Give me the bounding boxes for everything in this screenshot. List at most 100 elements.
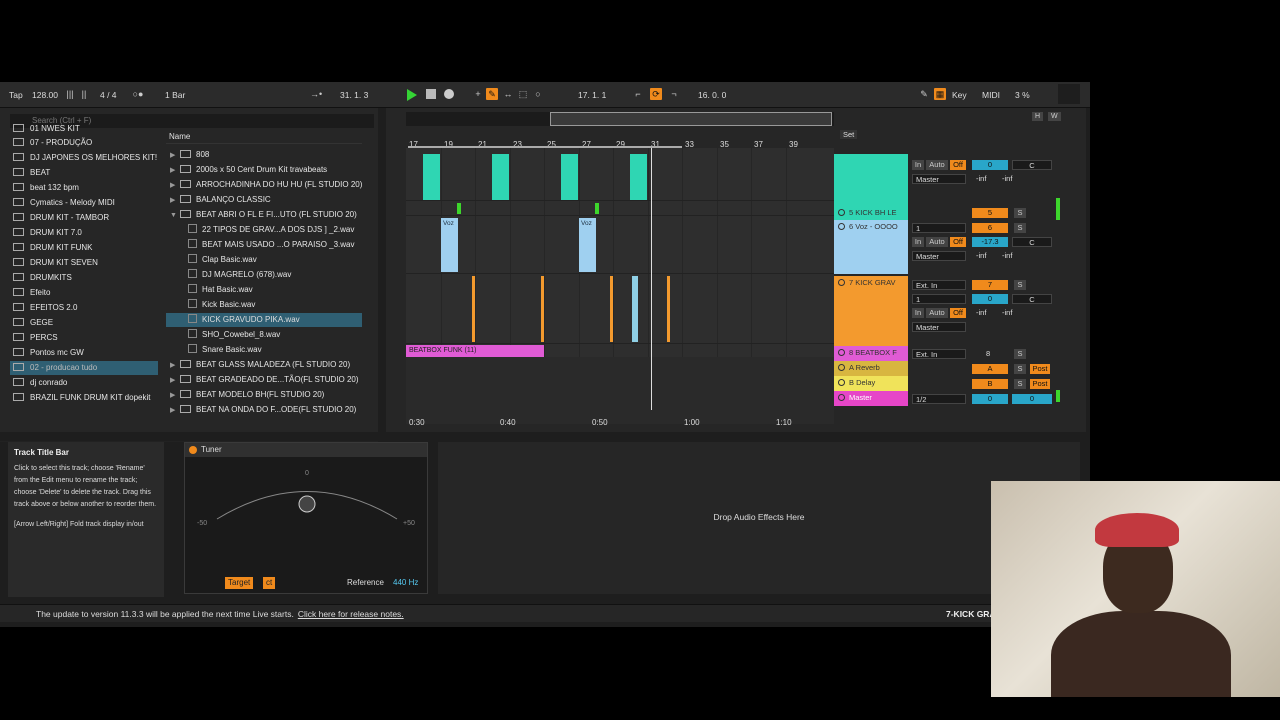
output-routing-select[interactable]: Master — [912, 174, 966, 184]
monitor-auto-button[interactable]: Auto — [926, 160, 948, 170]
audio-clip[interactable] — [595, 203, 599, 214]
file-item[interactable]: SHO_Cowebel_8.wav — [166, 328, 362, 342]
device-title-bar[interactable]: Tuner — [185, 443, 427, 457]
track-activator-button[interactable]: 5 — [972, 208, 1008, 218]
loop-start-field[interactable]: 17. 1. 1 — [578, 90, 606, 100]
file-item[interactable]: ▶ BEAT GLASS MALADEZA (FL STUDIO 20) — [166, 358, 362, 372]
track-activator-icon[interactable] — [838, 379, 845, 386]
file-item[interactable]: Hat Basic.wav — [166, 283, 362, 297]
audio-clip[interactable] — [561, 154, 578, 200]
place-item[interactable]: 01 NWES KIT — [10, 122, 158, 136]
place-item[interactable]: 07 - PRODUÇÃO — [10, 136, 158, 150]
place-item[interactable]: DJ JAPONES OS MELHORES KIT! — [10, 151, 158, 165]
name-column-header[interactable]: Name — [166, 130, 362, 144]
back-to-arrangement-icon[interactable]: ↔ — [502, 88, 514, 100]
track-activator-button[interactable]: 6 — [972, 223, 1008, 233]
audio-clip-beatbox[interactable]: BEATBOX FUNK (11) — [406, 345, 544, 357]
file-item[interactable]: Snare Basic.wav — [166, 343, 362, 357]
pre-post-button[interactable]: Post — [1030, 379, 1050, 389]
track-activator-icon[interactable] — [838, 394, 845, 401]
master-output-select[interactable]: 1/2 — [912, 394, 966, 404]
set-button[interactable]: Set — [840, 130, 858, 139]
track-activator-icon[interactable] — [838, 223, 845, 230]
monitor-auto-button[interactable]: Auto — [926, 308, 948, 318]
file-item[interactable]: ▶ BEAT NA ONDA DO F...ODE(FL STUDIO 20) — [166, 403, 362, 417]
track-header[interactable]: 8 BEATBOX F — [834, 346, 908, 361]
place-item[interactable]: GEGE — [10, 316, 158, 330]
audio-clip[interactable] — [541, 276, 544, 342]
file-item[interactable]: ▼ BEAT ABRI O FL E FI...UTO (FL STUDIO 20… — [166, 208, 362, 222]
session-record-icon[interactable]: ○ — [532, 88, 544, 100]
return-track-header[interactable]: A Reverb — [834, 361, 908, 376]
audio-clip[interactable] — [667, 276, 670, 342]
punch-in-icon[interactable]: ⌐ — [632, 88, 644, 100]
audio-clip[interactable] — [457, 203, 461, 214]
play-button[interactable] — [407, 89, 417, 101]
track-header[interactable]: 6 Voz - OOOO — [834, 220, 908, 274]
cents-button[interactable]: ct — [263, 577, 276, 589]
audio-clip[interactable] — [472, 276, 475, 342]
audio-clip-voz[interactable]: Voz — [579, 218, 596, 272]
place-item[interactable]: DRUM KIT FUNK — [10, 241, 158, 255]
automation-arm-icon[interactable]: ✎ — [486, 88, 498, 100]
capture-icon[interactable]: ⬚ — [517, 88, 529, 100]
hide-arrangement-h[interactable]: H — [1032, 112, 1044, 121]
tap-button[interactable]: Tap — [9, 90, 23, 100]
volume-field[interactable]: 0 — [972, 394, 1008, 404]
quantize-select[interactable]: 1 Bar — [165, 90, 185, 100]
solo-button[interactable]: S — [1014, 349, 1026, 359]
audio-clip[interactable] — [423, 154, 440, 200]
return-track-header[interactable]: B Delay — [834, 376, 908, 391]
record-button[interactable] — [444, 89, 454, 99]
file-item[interactable]: ▶ ARROCHADINHA DO HU HU (FL STUDIO 20) — [166, 178, 362, 192]
pan-field[interactable]: C — [1012, 237, 1052, 247]
track-activator-icon[interactable] — [838, 364, 845, 371]
place-item[interactable]: PERCS — [10, 331, 158, 345]
release-notes-link[interactable]: Click here for release notes. — [298, 609, 404, 619]
file-item[interactable]: ▶ BEAT GRADEADO DE...TÃO(FL STUDIO 20) — [166, 373, 362, 387]
place-item[interactable]: dj conrado — [10, 376, 158, 390]
follow-icon[interactable]: →• — [310, 88, 322, 100]
place-item[interactable]: DRUM KIT 7.0 — [10, 226, 158, 240]
time-ruler[interactable]: 0:30 0:40 0:50 1:00 1:10 — [406, 416, 834, 430]
master-track-header[interactable]: Master — [834, 391, 908, 406]
stop-button[interactable] — [426, 89, 436, 99]
nudge-icon[interactable]: ||| — [64, 88, 76, 100]
file-item[interactable]: ▶ BEAT MODELO BH(FL STUDIO 20) — [166, 388, 362, 402]
solo-button[interactable]: S — [1014, 364, 1026, 374]
audio-clip[interactable] — [630, 154, 647, 200]
song-position[interactable]: 31. 1. 3 — [340, 90, 368, 100]
solo-button[interactable]: S — [1014, 379, 1026, 389]
place-item[interactable]: DRUM KIT SEVEN — [10, 256, 158, 270]
track-activator-icon[interactable] — [838, 349, 845, 356]
target-button[interactable]: Target — [225, 577, 254, 589]
input-type-select[interactable]: Ext. In — [912, 349, 966, 359]
audio-clip[interactable] — [610, 276, 613, 342]
volume-field[interactable]: -17.3 — [972, 237, 1008, 247]
track-header[interactable]: 5 KICK BH LE — [834, 206, 908, 220]
pan-field[interactable]: 0 — [1012, 394, 1052, 404]
hide-arrangement-w[interactable]: W — [1048, 112, 1061, 121]
place-item-selected[interactable]: 02 - producao tudo — [10, 361, 158, 375]
pre-post-button[interactable]: Post — [1030, 364, 1050, 374]
track-lanes[interactable]: Voz Voz BEATBOX FUNK (11) — [406, 148, 834, 424]
monitor-in-button[interactable]: In — [912, 160, 924, 170]
file-item[interactable]: BEAT MAIS USADO ...O PARAISO _3.wav — [166, 238, 362, 252]
file-item[interactable]: ▶ 808 — [166, 148, 362, 162]
track-activator-button[interactable]: A — [972, 364, 1008, 374]
computer-keyboard-icon[interactable]: ▦ — [934, 88, 946, 100]
solo-button[interactable]: S — [1014, 208, 1026, 218]
device-power-icon[interactable] — [189, 446, 197, 454]
monitor-off-button[interactable]: Off — [950, 160, 966, 170]
file-item[interactable]: Kick Basic.wav — [166, 298, 362, 312]
track-activator-icon[interactable] — [838, 279, 845, 286]
tempo-field[interactable]: 128.00 — [32, 90, 58, 100]
signature-field[interactable]: 4 / 4 — [100, 90, 117, 100]
place-item[interactable]: Cymatics - Melody MIDI — [10, 196, 158, 210]
file-item[interactable]: 22 TIPOS DE GRAV...A DOS DJS ] _2.wav — [166, 223, 362, 237]
volume-field[interactable]: 0 — [972, 160, 1008, 170]
input-channel-select[interactable]: 1 — [912, 223, 966, 233]
place-item[interactable]: Pontos mc GW — [10, 346, 158, 360]
place-item[interactable]: Efeito — [10, 286, 158, 300]
track-header[interactable] — [834, 154, 908, 206]
